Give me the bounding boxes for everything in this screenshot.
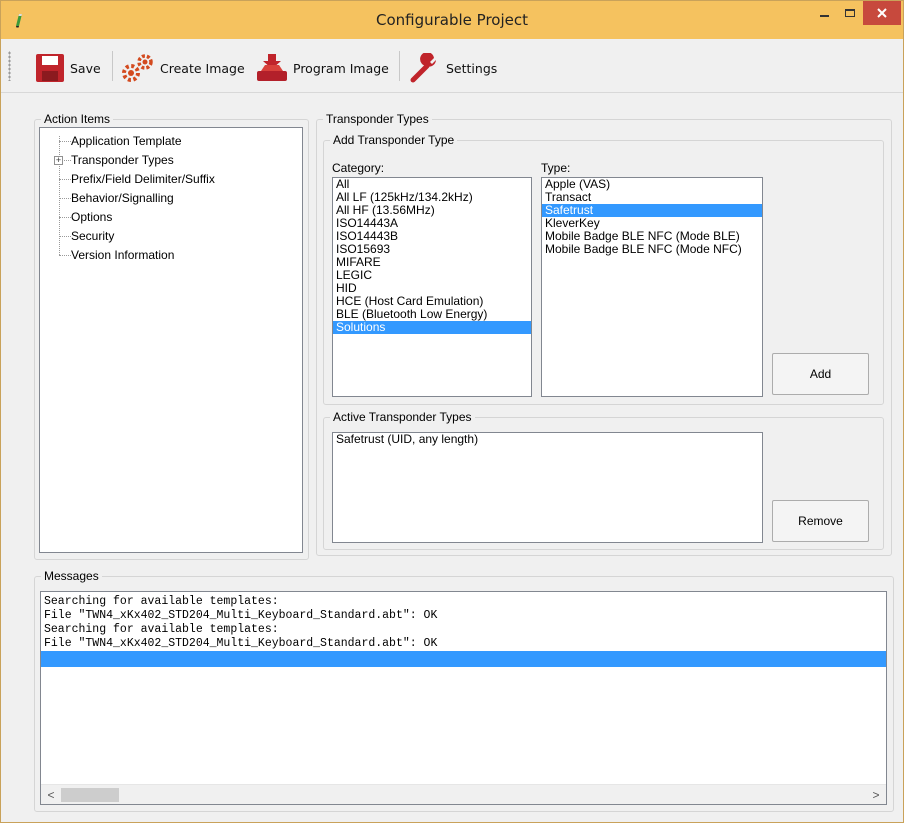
category-label: Category: [332,161,385,175]
maximize-icon [845,9,855,17]
type-label: Type: [541,161,571,175]
close-button[interactable] [863,1,901,25]
messages-lines: Searching for available templates: File "… [41,592,886,667]
tree-connector [59,198,71,199]
category-list-item[interactable]: LEGIC [333,269,531,282]
tree-item-label: Version Information [71,248,175,262]
add-transponder-legend: Add Transponder Type [330,133,458,147]
messages-log[interactable]: Searching for available templates: File "… [40,591,887,805]
tree-connector [59,141,71,142]
transponder-types-legend: Transponder Types [323,112,432,126]
action-items-tree[interactable]: Application Template + Transponder Types Pr… [39,127,303,553]
tree-item[interactable]: Version Information [40,246,302,265]
active-transponder-legend: Active Transponder Types [330,410,475,424]
message-line[interactable]: File "TWN4_xKx402_STD204_Multi_Keyboard_… [41,637,886,651]
minimize-icon [819,15,829,17]
expand-icon[interactable]: + [54,156,63,165]
tree-item-label: Transponder Types [71,153,174,167]
tree-item[interactable]: Application Template [40,132,302,151]
active-transponder-listbox[interactable]: Safetrust (UID, any length) [332,432,763,543]
window-title: Configurable Project [376,11,528,29]
tree-connector [59,217,71,218]
program-image-label: Program Image [293,60,389,76]
tree-item-label: Prefix/Field Delimiter/Suffix [71,172,215,186]
save-button[interactable]: Save [35,51,101,85]
toolbar-grip[interactable] [8,51,11,81]
toolbar-separator [399,51,400,81]
program-image-button[interactable]: Program Image [256,51,389,85]
tree-item[interactable]: Security [40,227,302,246]
program-device-icon [257,54,287,81]
tree-connector [59,255,71,256]
scrollbar-thumb[interactable] [61,788,119,802]
active-transponder-item[interactable]: Safetrust (UID, any length) [333,433,762,446]
category-list-item[interactable]: Solutions [333,321,531,334]
wrench-icon [410,53,436,83]
remove-button[interactable]: Remove [772,500,869,542]
gears-icon [122,54,153,82]
tree-connector [59,236,71,237]
type-listbox[interactable]: Apple (VAS) Transact Safetrust KleverKey Mob… [541,177,763,397]
scroll-left-icon[interactable]: < [43,787,59,803]
message-line[interactable] [41,651,886,667]
message-line[interactable]: Searching for available templates: [41,595,886,609]
tree-item-label: Behavior/Signalling [71,191,174,205]
settings-label: Settings [446,60,498,76]
tree-item[interactable]: Prefix/Field Delimiter/Suffix [40,170,302,189]
create-image-button[interactable]: Create Image [119,51,245,85]
title-bar[interactable]: Configurable Project [1,1,903,39]
message-line[interactable]: File "TWN4_xKx402_STD204_Multi_Keyboard_… [41,609,886,623]
category-listbox[interactable]: All All LF (125kHz/134.2kHz) All HF (13.56… [332,177,532,397]
tree-connector [59,179,71,180]
create-image-label: Create Image [160,60,245,76]
messages-legend: Messages [41,569,102,583]
minimize-button[interactable] [811,1,837,25]
tree-item[interactable]: Options [40,208,302,227]
message-line[interactable]: Searching for available templates: [41,623,886,637]
save-label: Save [70,60,101,76]
add-button[interactable]: Add [772,353,869,395]
maximize-button[interactable] [837,1,863,25]
type-list-item[interactable]: Mobile Badge BLE NFC (Mode NFC) [542,243,762,256]
horizontal-scrollbar[interactable]: < > [41,784,886,804]
action-items-legend: Action Items [41,112,114,126]
close-icon [877,8,887,18]
toolbar-separator [112,51,113,81]
floppy-disk-icon [36,54,64,82]
scroll-right-icon[interactable]: > [868,787,884,803]
tree-item-label: Options [71,210,113,224]
tree-item[interactable]: Behavior/Signalling [40,189,302,208]
tree-item[interactable]: + Transponder Types [40,151,302,170]
toolbar: Save Create Image Program Image Settings [1,39,903,93]
settings-button[interactable]: Settings [409,51,497,85]
tree-item-label: Application Template [71,134,182,148]
tree-item-label: Security [71,229,115,243]
main-window: Configurable Project Save Create Image P… [0,0,904,823]
